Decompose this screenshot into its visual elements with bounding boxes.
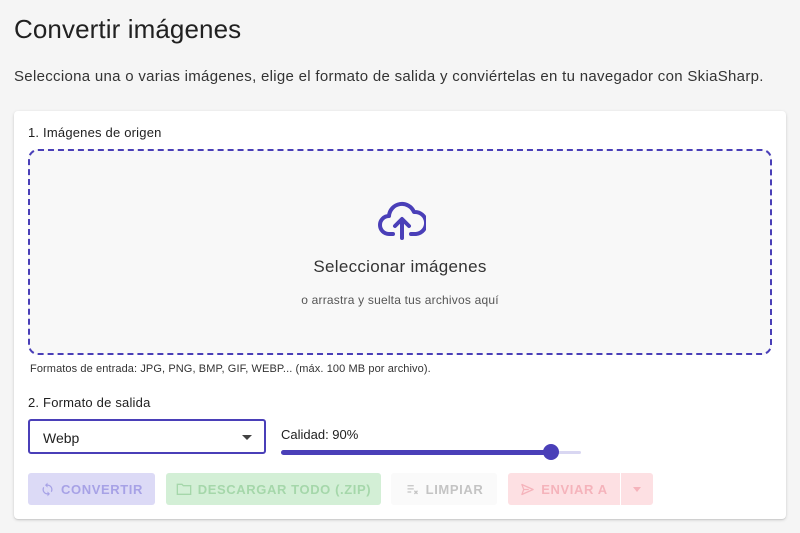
folder-icon	[176, 483, 192, 495]
clear-button-label: Limpiar	[425, 481, 484, 497]
download-all-button-label: Descargar todo (.zip)	[197, 481, 372, 497]
cloud-upload-icon	[378, 201, 426, 240]
source-section-label: 1. Imágenes de origen	[28, 125, 162, 140]
page-title: Convertir imágenes	[14, 14, 242, 44]
caret-down-icon	[633, 486, 641, 492]
converter-card: 1. Imágenes de origen Seleccionar imágen…	[14, 111, 786, 519]
send-icon	[521, 483, 535, 495]
dropzone-hint: o arrastra y suelta tus archivos aquí	[301, 293, 499, 307]
download-all-button[interactable]: Descargar todo (.zip)	[166, 473, 381, 505]
input-formats-note: Formatos de entrada: JPG, PNG, BMP, GIF,…	[30, 363, 431, 375]
send-to-dropdown-toggle[interactable]	[621, 473, 653, 505]
output-section-label: 2. Formato de salida	[28, 395, 151, 410]
dropzone-title: Seleccionar imágenes	[313, 257, 487, 276]
output-format-select[interactable]: Webp	[28, 419, 266, 454]
quality-slider-thumb[interactable]	[543, 444, 559, 460]
send-to-button-label: Enviar a	[541, 481, 608, 497]
convert-button-label: Convertir	[61, 481, 143, 497]
quality-slider[interactable]	[281, 444, 581, 460]
quality-slider-track	[281, 450, 551, 455]
image-dropzone[interactable]: Seleccionar imágenes o arrastra y suelta…	[28, 149, 772, 355]
send-to-button[interactable]: Enviar a	[508, 473, 620, 505]
chevron-down-icon	[242, 435, 252, 440]
page-subtitle: Selecciona una o varias imágenes, elige …	[14, 68, 764, 85]
quality-label: Calidad: 90%	[281, 427, 359, 442]
convert-button[interactable]: Convertir	[28, 473, 155, 505]
clear-list-icon	[407, 484, 418, 494]
clear-button[interactable]: Limpiar	[391, 473, 497, 505]
page: Convertir imágenes Selecciona una o vari…	[0, 0, 800, 533]
sync-icon	[42, 482, 53, 496]
output-format-value: Webp	[43, 430, 80, 446]
